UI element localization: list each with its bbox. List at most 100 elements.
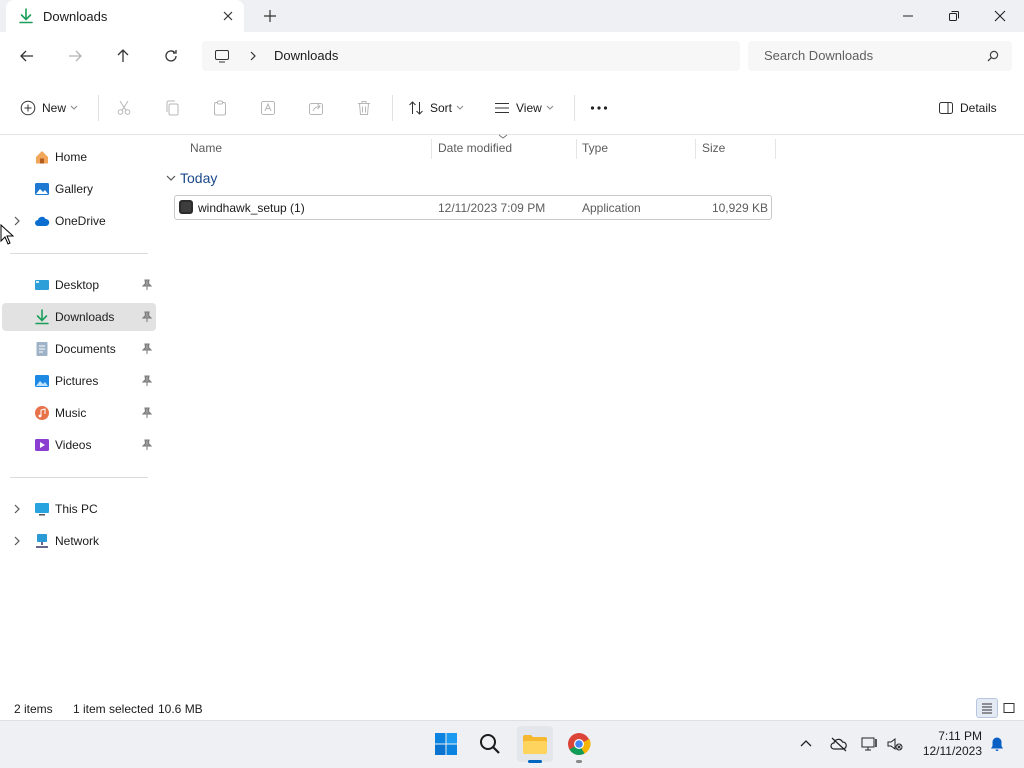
chrome-taskbar-button[interactable] <box>561 726 597 762</box>
tiles-view-icon <box>1003 703 1015 713</box>
status-size: 10.6 MB <box>158 702 203 716</box>
sidebar-item-label: Gallery <box>55 182 94 196</box>
minimize-icon <box>903 15 913 17</box>
sidebar-item-network[interactable]: Network <box>2 527 156 555</box>
sidebar-item-downloads[interactable]: Downloads <box>2 303 156 331</box>
tab-downloads[interactable]: Downloads <box>6 0 244 32</box>
running-app-indicator <box>576 760 582 763</box>
copy-button[interactable] <box>164 98 180 118</box>
sidebar-item-label: Documents <box>55 342 116 356</box>
new-label: New <box>42 101 67 115</box>
volume-muted-icon[interactable] <box>886 736 904 752</box>
pc-monitor-icon[interactable] <box>214 48 230 64</box>
sidebar-item-gallery[interactable]: Gallery <box>2 175 156 203</box>
paste-button[interactable] <box>212 98 228 118</box>
column-header-size[interactable]: Size <box>702 141 725 155</box>
delete-button[interactable] <box>356 98 372 118</box>
clock[interactable]: 7:11 PM 12/11/2023 <box>914 729 982 759</box>
file-name[interactable]: windhawk_setup (1) <box>198 201 305 215</box>
search-icon <box>480 734 500 754</box>
restore-icon <box>949 11 959 21</box>
sidebar-item-music[interactable]: Music <box>2 399 156 427</box>
sidebar-item-label: Music <box>55 406 87 420</box>
cloud-offline-icon[interactable] <box>830 736 848 752</box>
sidebar-item-this-pc[interactable]: This PC <box>2 495 156 523</box>
pin-icon[interactable] <box>142 279 152 291</box>
sidebar-item-desktop[interactable]: Desktop <box>2 271 156 299</box>
column-divider[interactable] <box>431 139 432 159</box>
column-header-date[interactable]: Date modified <box>438 141 512 155</box>
column-divider[interactable] <box>775 139 776 159</box>
network-status-icon[interactable] <box>861 736 879 752</box>
sidebar-item-label: This PC <box>55 502 98 516</box>
sidebar-item-pictures[interactable]: Pictures <box>2 367 156 395</box>
chevron-up-icon[interactable] <box>799 736 813 750</box>
share-button[interactable] <box>308 98 324 118</box>
refresh-icon <box>165 50 177 62</box>
sidebar-item-label: Videos <box>55 438 92 452</box>
list-view-icon <box>495 103 509 113</box>
pictures-icon <box>35 375 49 387</box>
sidebar-item-label: Home <box>55 150 88 164</box>
pin-icon[interactable] <box>142 407 152 419</box>
file-type: Application <box>582 201 641 215</box>
share-icon <box>309 103 323 115</box>
column-header-type[interactable]: Type <box>582 141 608 155</box>
sidebar-item-onedrive[interactable]: OneDrive <box>2 207 156 235</box>
rename-icon <box>261 101 275 115</box>
details-view-button[interactable] <box>976 698 998 718</box>
trash-icon <box>358 101 370 115</box>
copy-icon <box>166 100 179 116</box>
rename-button[interactable] <box>260 98 276 118</box>
window-close-button[interactable] <box>977 0 1023 32</box>
chevron-right-icon[interactable] <box>12 535 22 547</box>
refresh-button[interactable] <box>159 44 183 68</box>
sort-icon <box>409 101 423 115</box>
arrow-right-icon <box>69 50 82 62</box>
column-divider[interactable] <box>695 139 696 159</box>
more-options-button[interactable] <box>590 98 608 118</box>
gallery-icon <box>35 183 49 195</box>
column-header-name[interactable]: Name <box>190 141 222 155</box>
plus-icon[interactable] <box>262 8 278 24</box>
file-explorer-taskbar-button[interactable] <box>517 726 553 762</box>
document-icon <box>36 342 48 356</box>
new-button[interactable]: New <box>20 98 78 118</box>
forward-button[interactable] <box>63 44 87 68</box>
view-button[interactable]: View <box>494 98 554 118</box>
pin-icon[interactable] <box>142 311 152 323</box>
start-button[interactable] <box>428 726 464 762</box>
divider <box>574 95 575 121</box>
chevron-right-icon[interactable] <box>12 503 22 515</box>
back-button[interactable] <box>15 44 39 68</box>
search-taskbar-button[interactable] <box>472 726 508 762</box>
sidebar-item-documents[interactable]: Documents <box>2 335 156 363</box>
cloud-icon <box>35 216 50 226</box>
restore-button[interactable] <box>931 0 977 32</box>
details-pane-button[interactable]: Details <box>938 98 997 118</box>
breadcrumb-downloads[interactable]: Downloads <box>274 48 338 63</box>
sort-button[interactable]: Sort <box>408 98 464 118</box>
group-header-today[interactable]: Today <box>166 170 217 186</box>
file-date: 12/11/2023 7:09 PM <box>438 201 546 215</box>
sidebar-item-label: OneDrive <box>55 214 106 228</box>
sidebar-item-home[interactable]: Home <box>2 143 156 171</box>
home-icon <box>36 151 48 164</box>
close-icon[interactable] <box>220 8 236 24</box>
pin-icon[interactable] <box>142 343 152 355</box>
tiles-view-button[interactable] <box>998 698 1020 718</box>
sidebar-item-videos[interactable]: Videos <box>2 431 156 459</box>
minimize-button[interactable] <box>885 0 931 32</box>
up-button[interactable] <box>111 44 135 68</box>
cut-button[interactable] <box>116 98 132 118</box>
chevron-right-icon[interactable] <box>248 50 258 62</box>
pin-icon[interactable] <box>142 439 152 451</box>
sidebar-item-label: Network <box>55 534 100 548</box>
download-icon <box>19 8 33 24</box>
column-divider[interactable] <box>576 139 577 159</box>
notification-bell-icon[interactable] <box>989 736 1005 752</box>
details-pane-icon <box>939 102 953 114</box>
status-selected: 1 item selected <box>73 702 154 716</box>
pin-icon[interactable] <box>142 375 152 387</box>
details-view-icon <box>982 703 992 714</box>
